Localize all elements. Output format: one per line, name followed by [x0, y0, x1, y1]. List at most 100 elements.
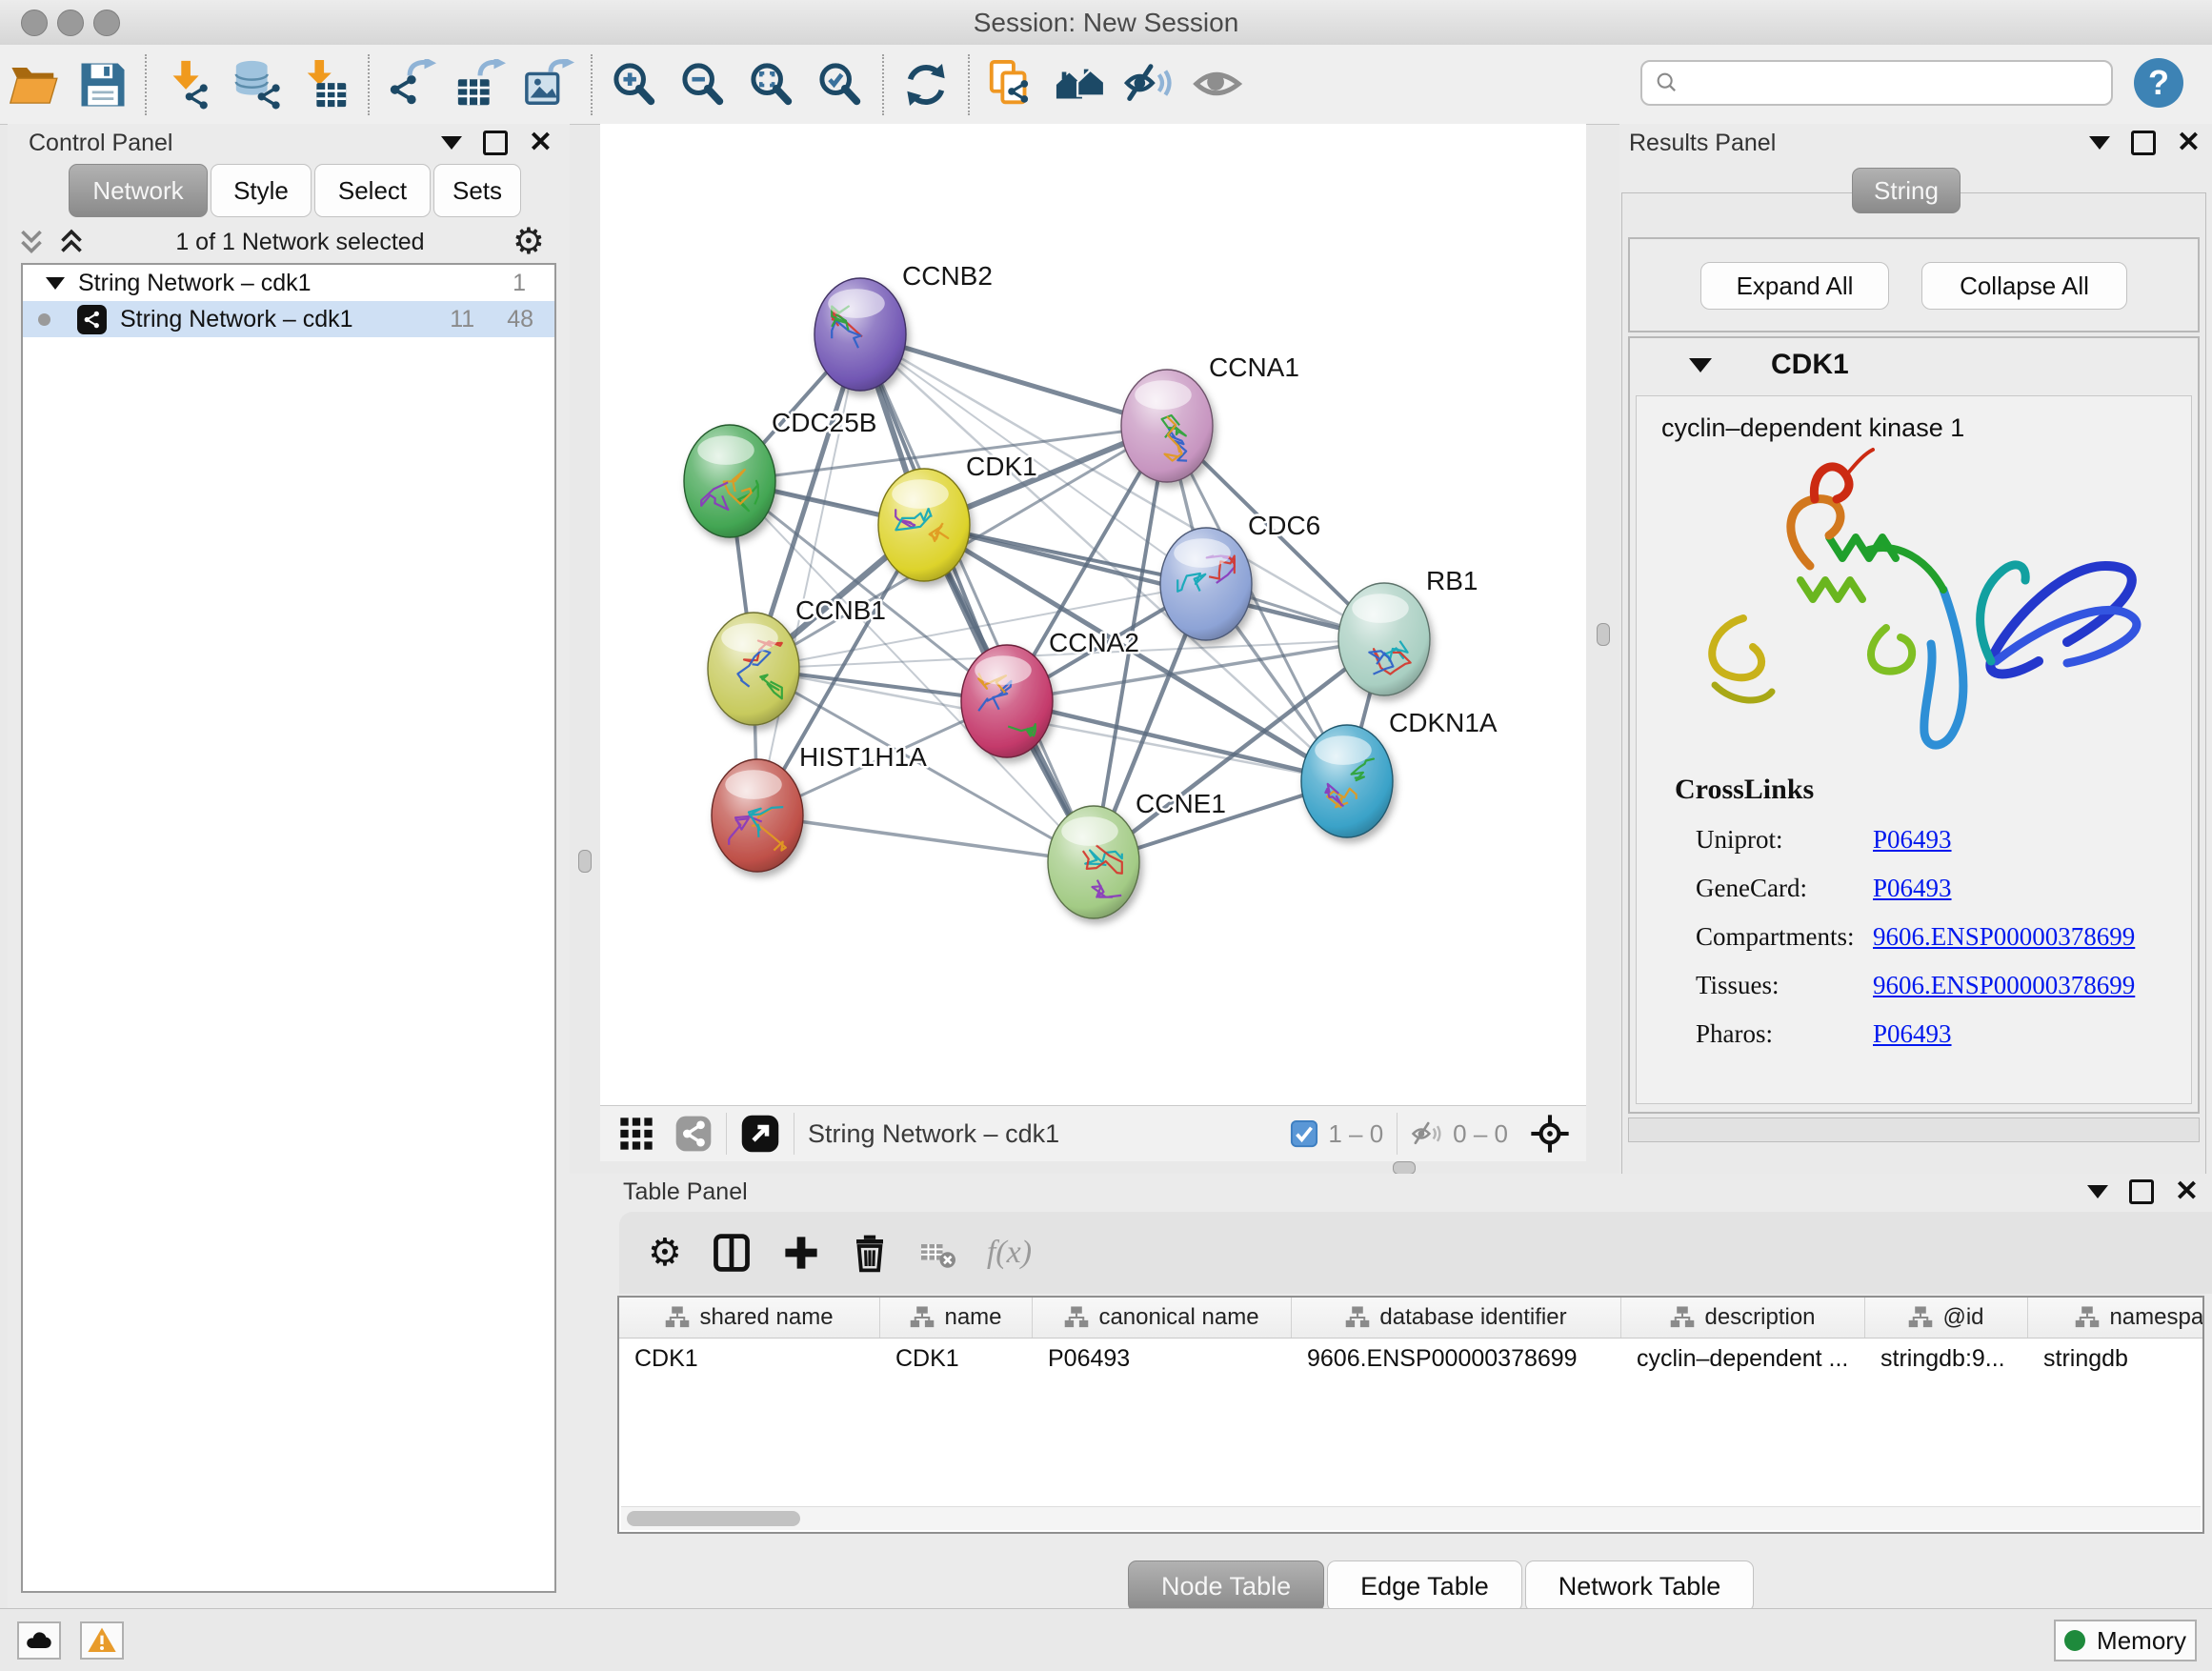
collapse-all-networks-icon[interactable] [15, 228, 48, 256]
table-cell[interactable]: stringdb:9... [1865, 1339, 2028, 1379]
show-columns-icon[interactable] [711, 1232, 753, 1274]
table-options-gear-icon[interactable]: ⚙ [648, 1231, 682, 1275]
tab-network[interactable]: Network [69, 164, 208, 217]
network-node-CDKN1A[interactable] [1301, 725, 1393, 837]
tab-select[interactable]: Select [314, 164, 431, 217]
control-panel-close-icon[interactable]: ✕ [529, 133, 553, 152]
table-panel-menu-icon[interactable] [2087, 1185, 2108, 1198]
tab-sets[interactable]: Sets [433, 164, 521, 217]
fit-selected-crosshair-icon[interactable] [1529, 1113, 1571, 1155]
table-row[interactable]: CDK1CDK1P064939606.ENSP00000378699cyclin… [619, 1339, 2202, 1379]
tab-edge-table[interactable]: Edge Table [1327, 1560, 1522, 1612]
network-canvas[interactable]: CCNB2CCNA1CDC25BCDK1CDC6RB1CCNB1CCNA2CDK… [600, 124, 1586, 1105]
expand-all-networks-icon[interactable] [55, 228, 88, 256]
column-header-description[interactable]: description [1621, 1298, 1865, 1338]
create-column-icon[interactable] [781, 1233, 821, 1273]
zoom-out-button[interactable] [669, 50, 737, 119]
crosslink-value-link[interactable]: P06493 [1873, 825, 1952, 855]
detach-view-icon[interactable] [740, 1114, 780, 1154]
network-edge[interactable] [924, 525, 1384, 639]
zoom-fit-button[interactable] [737, 50, 806, 119]
control-panel-menu-icon[interactable] [441, 136, 462, 150]
network-graph[interactable]: CCNB2CCNA1CDC25BCDK1CDC6RB1CCNB1CCNA2CDK… [600, 124, 1586, 1105]
import-table-button[interactable] [292, 50, 360, 119]
delete-table-icon[interactable] [918, 1233, 958, 1273]
column-header--id[interactable]: @id [1865, 1298, 2028, 1338]
memory-button[interactable]: Memory [2054, 1620, 2197, 1661]
crosslink-value-link[interactable]: 9606.ENSP00000378699 [1873, 922, 2135, 952]
splitter-handle[interactable] [1393, 1161, 1416, 1175]
tab-string[interactable]: String [1852, 168, 1961, 213]
network-node-CCNA2[interactable] [961, 645, 1053, 757]
export-table-button[interactable] [446, 50, 514, 119]
function-builder-icon[interactable]: f(x) [987, 1235, 1032, 1271]
import-network-button[interactable] [154, 50, 223, 119]
hidden-eye-slash-icon[interactable] [1411, 1117, 1443, 1150]
network-node-CDC6[interactable] [1160, 528, 1252, 640]
first-neighbors-button[interactable] [1046, 50, 1115, 119]
tab-network-table[interactable]: Network Table [1525, 1560, 1755, 1612]
network-node-CCNB2[interactable] [814, 278, 906, 391]
import-network-from-database-button[interactable] [223, 50, 292, 119]
table-cell[interactable]: stringdb [2028, 1339, 2204, 1379]
network-node-RB1[interactable] [1338, 583, 1430, 695]
column-header-namespace[interactable]: namespace [2028, 1298, 2204, 1338]
network-node-CDK1[interactable] [878, 469, 970, 581]
network-edge[interactable] [860, 334, 1094, 862]
toolbar-search[interactable] [1640, 60, 2113, 106]
table-panel-float-icon[interactable] [2129, 1179, 2154, 1204]
crosslink-value-link[interactable]: P06493 [1873, 874, 1952, 903]
network-edge[interactable] [757, 815, 1094, 862]
network-node-CDC25B[interactable] [684, 425, 775, 537]
network-edge[interactable] [1007, 701, 1347, 781]
results-scrollbar[interactable] [1628, 1117, 2200, 1142]
warning-status-button[interactable] [80, 1621, 124, 1660]
collection-expand-icon[interactable] [46, 277, 65, 290]
results-panel-float-icon[interactable] [2131, 131, 2156, 155]
export-network-button[interactable] [377, 50, 446, 119]
column-header-canonical-name[interactable]: canonical name [1033, 1298, 1292, 1338]
new-network-from-selection-button[interactable] [977, 50, 1046, 119]
network-view-mode-icon[interactable] [674, 1115, 713, 1153]
network-row[interactable]: String Network – cdk1 11 48 [23, 301, 554, 337]
export-image-button[interactable] [514, 50, 583, 119]
table-cell[interactable]: cyclin–dependent ... [1621, 1339, 1865, 1379]
network-node-CCNE1[interactable] [1048, 806, 1139, 918]
network-edge[interactable] [860, 334, 1167, 426]
zoom-in-button[interactable] [600, 50, 669, 119]
control-panel-float-icon[interactable] [483, 131, 508, 155]
tab-style[interactable]: Style [211, 164, 312, 217]
cloud-status-button[interactable] [17, 1621, 61, 1660]
splitter-handle[interactable] [1597, 623, 1610, 646]
results-panel-menu-icon[interactable] [2089, 136, 2110, 150]
table-cell[interactable]: CDK1 [880, 1339, 1033, 1379]
collapse-all-button[interactable]: Collapse All [1921, 262, 2127, 310]
network-node-CCNA1[interactable] [1121, 370, 1213, 482]
grid-view-icon[interactable] [617, 1115, 655, 1153]
crosslink-value-link[interactable]: P06493 [1873, 1019, 1952, 1049]
zoom-selected-button[interactable] [806, 50, 875, 119]
hide-selected-button[interactable] [1115, 50, 1183, 119]
table-panel-close-icon[interactable]: ✕ [2175, 1182, 2199, 1201]
node-table[interactable]: shared namenamecanonical namedatabase id… [617, 1296, 2204, 1534]
open-session-button[interactable] [0, 50, 69, 119]
network-collection-row[interactable]: String Network – cdk1 1 [23, 265, 554, 301]
crosslink-value-link[interactable]: 9606.ENSP00000378699 [1873, 971, 2135, 1000]
expand-all-button[interactable]: Expand All [1700, 262, 1889, 310]
table-cell[interactable]: CDK1 [619, 1339, 880, 1379]
table-cell[interactable]: 9606.ENSP00000378699 [1292, 1339, 1621, 1379]
table-horizontal-scrollbar[interactable] [621, 1506, 2201, 1530]
column-header-name[interactable]: name [880, 1298, 1033, 1338]
network-options-gear-icon[interactable]: ⚙ [513, 224, 545, 260]
search-input[interactable] [1680, 69, 2111, 97]
splitter-right[interactable] [1586, 124, 1619, 1160]
column-header-database-identifier[interactable]: database identifier [1292, 1298, 1621, 1338]
scrollbar-thumb[interactable] [627, 1511, 800, 1526]
table-cell[interactable]: P06493 [1033, 1339, 1292, 1379]
save-session-button[interactable] [69, 50, 137, 119]
network-node-HIST1H1A[interactable] [712, 759, 803, 872]
protein-collapse-icon[interactable] [1689, 358, 1712, 372]
show-all-button[interactable] [1183, 50, 1252, 119]
tab-node-table[interactable]: Node Table [1128, 1560, 1324, 1612]
results-panel-close-icon[interactable]: ✕ [2177, 133, 2201, 152]
